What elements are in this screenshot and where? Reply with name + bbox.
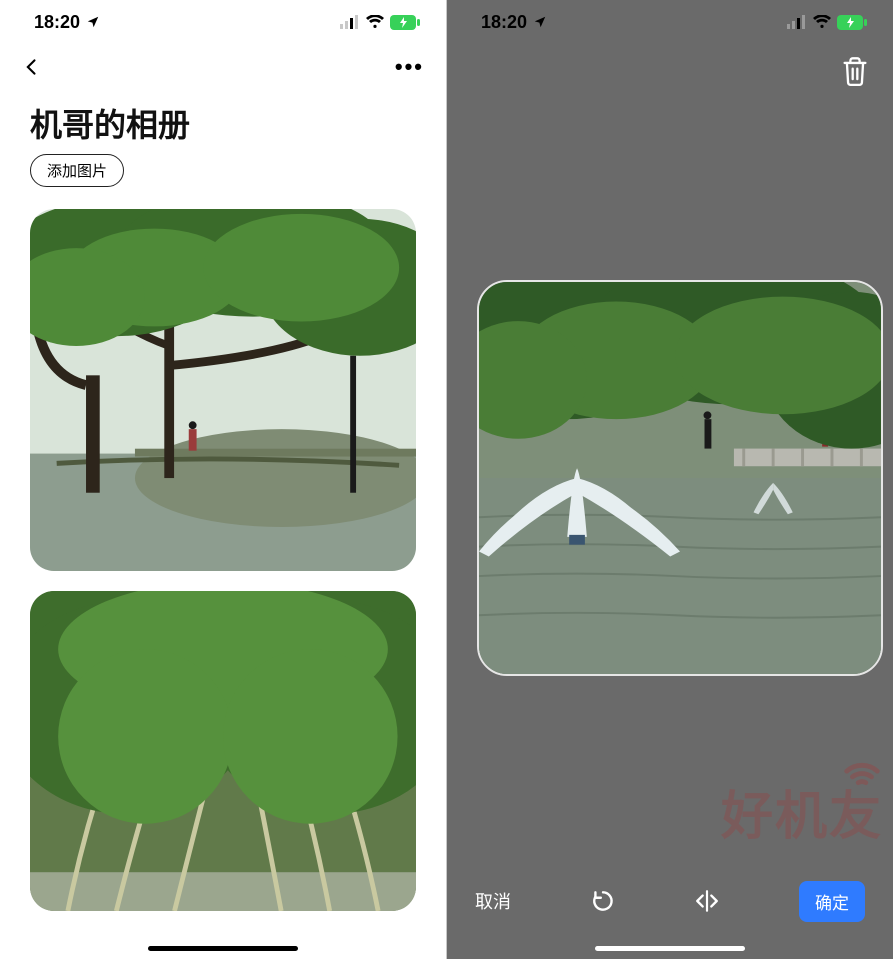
- status-time: 18:20: [34, 12, 80, 33]
- confirm-button[interactable]: 确定: [799, 881, 865, 922]
- status-bar: 18:20: [447, 0, 893, 44]
- crop-screen: 18:20: [447, 0, 893, 959]
- photo-list: [0, 187, 446, 911]
- home-indicator[interactable]: [595, 946, 745, 951]
- add-photo-button[interactable]: 添加图片: [30, 154, 124, 187]
- photo-item[interactable]: [30, 209, 416, 571]
- wifi-icon: [813, 15, 831, 29]
- photo-item[interactable]: [30, 591, 416, 911]
- location-icon: [86, 15, 100, 29]
- delete-button[interactable]: [841, 56, 869, 91]
- rotate-icon[interactable]: [590, 888, 616, 914]
- flip-icon[interactable]: [694, 888, 720, 914]
- nav-bar: •••: [0, 44, 446, 90]
- crop-area[interactable]: [477, 280, 883, 676]
- back-icon[interactable]: [22, 57, 42, 77]
- signal-icon: [340, 15, 360, 29]
- status-time: 18:20: [481, 12, 527, 33]
- more-icon[interactable]: •••: [395, 54, 424, 80]
- status-bar: 18:20: [0, 0, 446, 44]
- battery-charging-icon: [837, 15, 867, 30]
- album-title: 机哥的相册: [0, 90, 446, 154]
- home-indicator[interactable]: [148, 946, 298, 951]
- crop-toolbar: 取消 确定: [447, 873, 893, 929]
- location-icon: [533, 15, 547, 29]
- album-screen: 18:20 ••• 机哥的相册 添加图片: [0, 0, 446, 959]
- battery-charging-icon: [390, 15, 420, 30]
- cancel-button[interactable]: 取消: [475, 888, 511, 914]
- watermark: 好机友: [721, 774, 883, 849]
- wifi-icon: [366, 15, 384, 29]
- signal-icon: [787, 15, 807, 29]
